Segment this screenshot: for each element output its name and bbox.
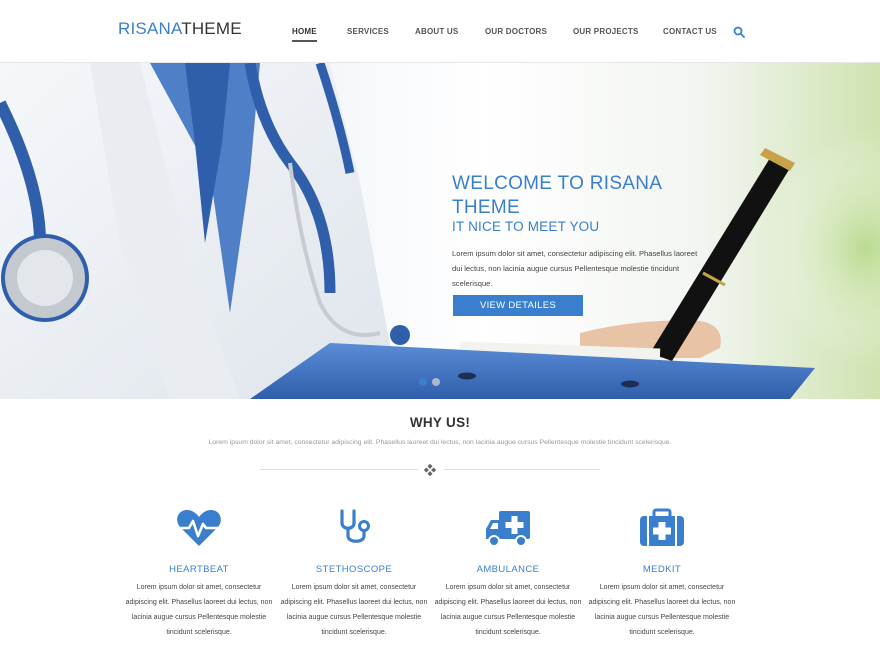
view-details-button[interactable]: VIEW DETAILES <box>453 295 583 316</box>
nav-active-indicator <box>292 40 317 42</box>
search-icon[interactable] <box>733 26 745 38</box>
ambulance-icon <box>486 511 530 547</box>
hero-slider: WELCOME TO RISANA THEME IT NICE TO MEET … <box>0 63 880 399</box>
feature-text: Lorem ipsum dolor sit amet, consectetur … <box>588 584 736 636</box>
hero-description: Lorem ipsum dolor sit amet, consectetur … <box>452 249 698 288</box>
divider-right <box>444 469 600 470</box>
hero-doctor-image <box>0 63 880 399</box>
heartbeat-icon <box>177 510 221 546</box>
feature-text: Lorem ipsum dolor sit amet, consectetur … <box>434 584 582 636</box>
nav-item-contact-us[interactable]: CONTACT US <box>663 27 717 36</box>
feature-stethoscope: STETHOSCOPE Lorem ipsum dolor sit amet, … <box>279 508 429 640</box>
main-nav: HOME SERVICES ABOUT US OUR DOCTORS OUR P… <box>0 27 880 41</box>
feature-text: Lorem ipsum dolor sit amet, consectetur … <box>280 584 428 636</box>
feature-heartbeat: HEARTBEAT Lorem ipsum dolor sit amet, co… <box>124 508 274 640</box>
nav-item-home[interactable]: HOME <box>292 27 317 36</box>
feature-title: HEARTBEAT <box>169 564 229 575</box>
nav-item-our-doctors[interactable]: OUR DOCTORS <box>485 27 547 36</box>
hero-subtitle: IT NICE TO MEET YOU <box>452 219 600 234</box>
feature-title: STETHOSCOPE <box>315 564 393 575</box>
why-us-description: Lorem ipsum dolor sit amet, consectetur … <box>208 439 672 446</box>
nav-item-services[interactable]: SERVICES <box>347 27 389 36</box>
hero-title: WELCOME TO RISANA THEME <box>452 173 662 218</box>
nav-item-about-us[interactable]: ABOUT US <box>415 27 458 36</box>
nav-item-our-projects[interactable]: OUR PROJECTS <box>573 27 639 36</box>
feature-text: Lorem ipsum dolor sit amet, consectetur … <box>125 584 273 636</box>
divider-left <box>260 469 418 470</box>
medkit-icon <box>640 508 684 546</box>
feature-title: AMBULANCE <box>476 564 540 575</box>
feature-title: MEDKIT <box>642 564 682 575</box>
slider-dot-1[interactable] <box>419 378 427 386</box>
feature-ambulance: AMBULANCE Lorem ipsum dolor sit amet, co… <box>433 508 583 640</box>
stethoscope-icon <box>340 509 370 543</box>
site-header: RISANATHEME HOME SERVICES ABOUT US OUR D… <box>0 0 880 63</box>
slider-dot-2[interactable] <box>432 378 440 386</box>
why-us-heading: WHY US! <box>409 415 471 430</box>
feature-medkit: MEDKIT Lorem ipsum dolor sit amet, conse… <box>587 508 737 640</box>
diamond-ornament-icon <box>424 464 436 476</box>
